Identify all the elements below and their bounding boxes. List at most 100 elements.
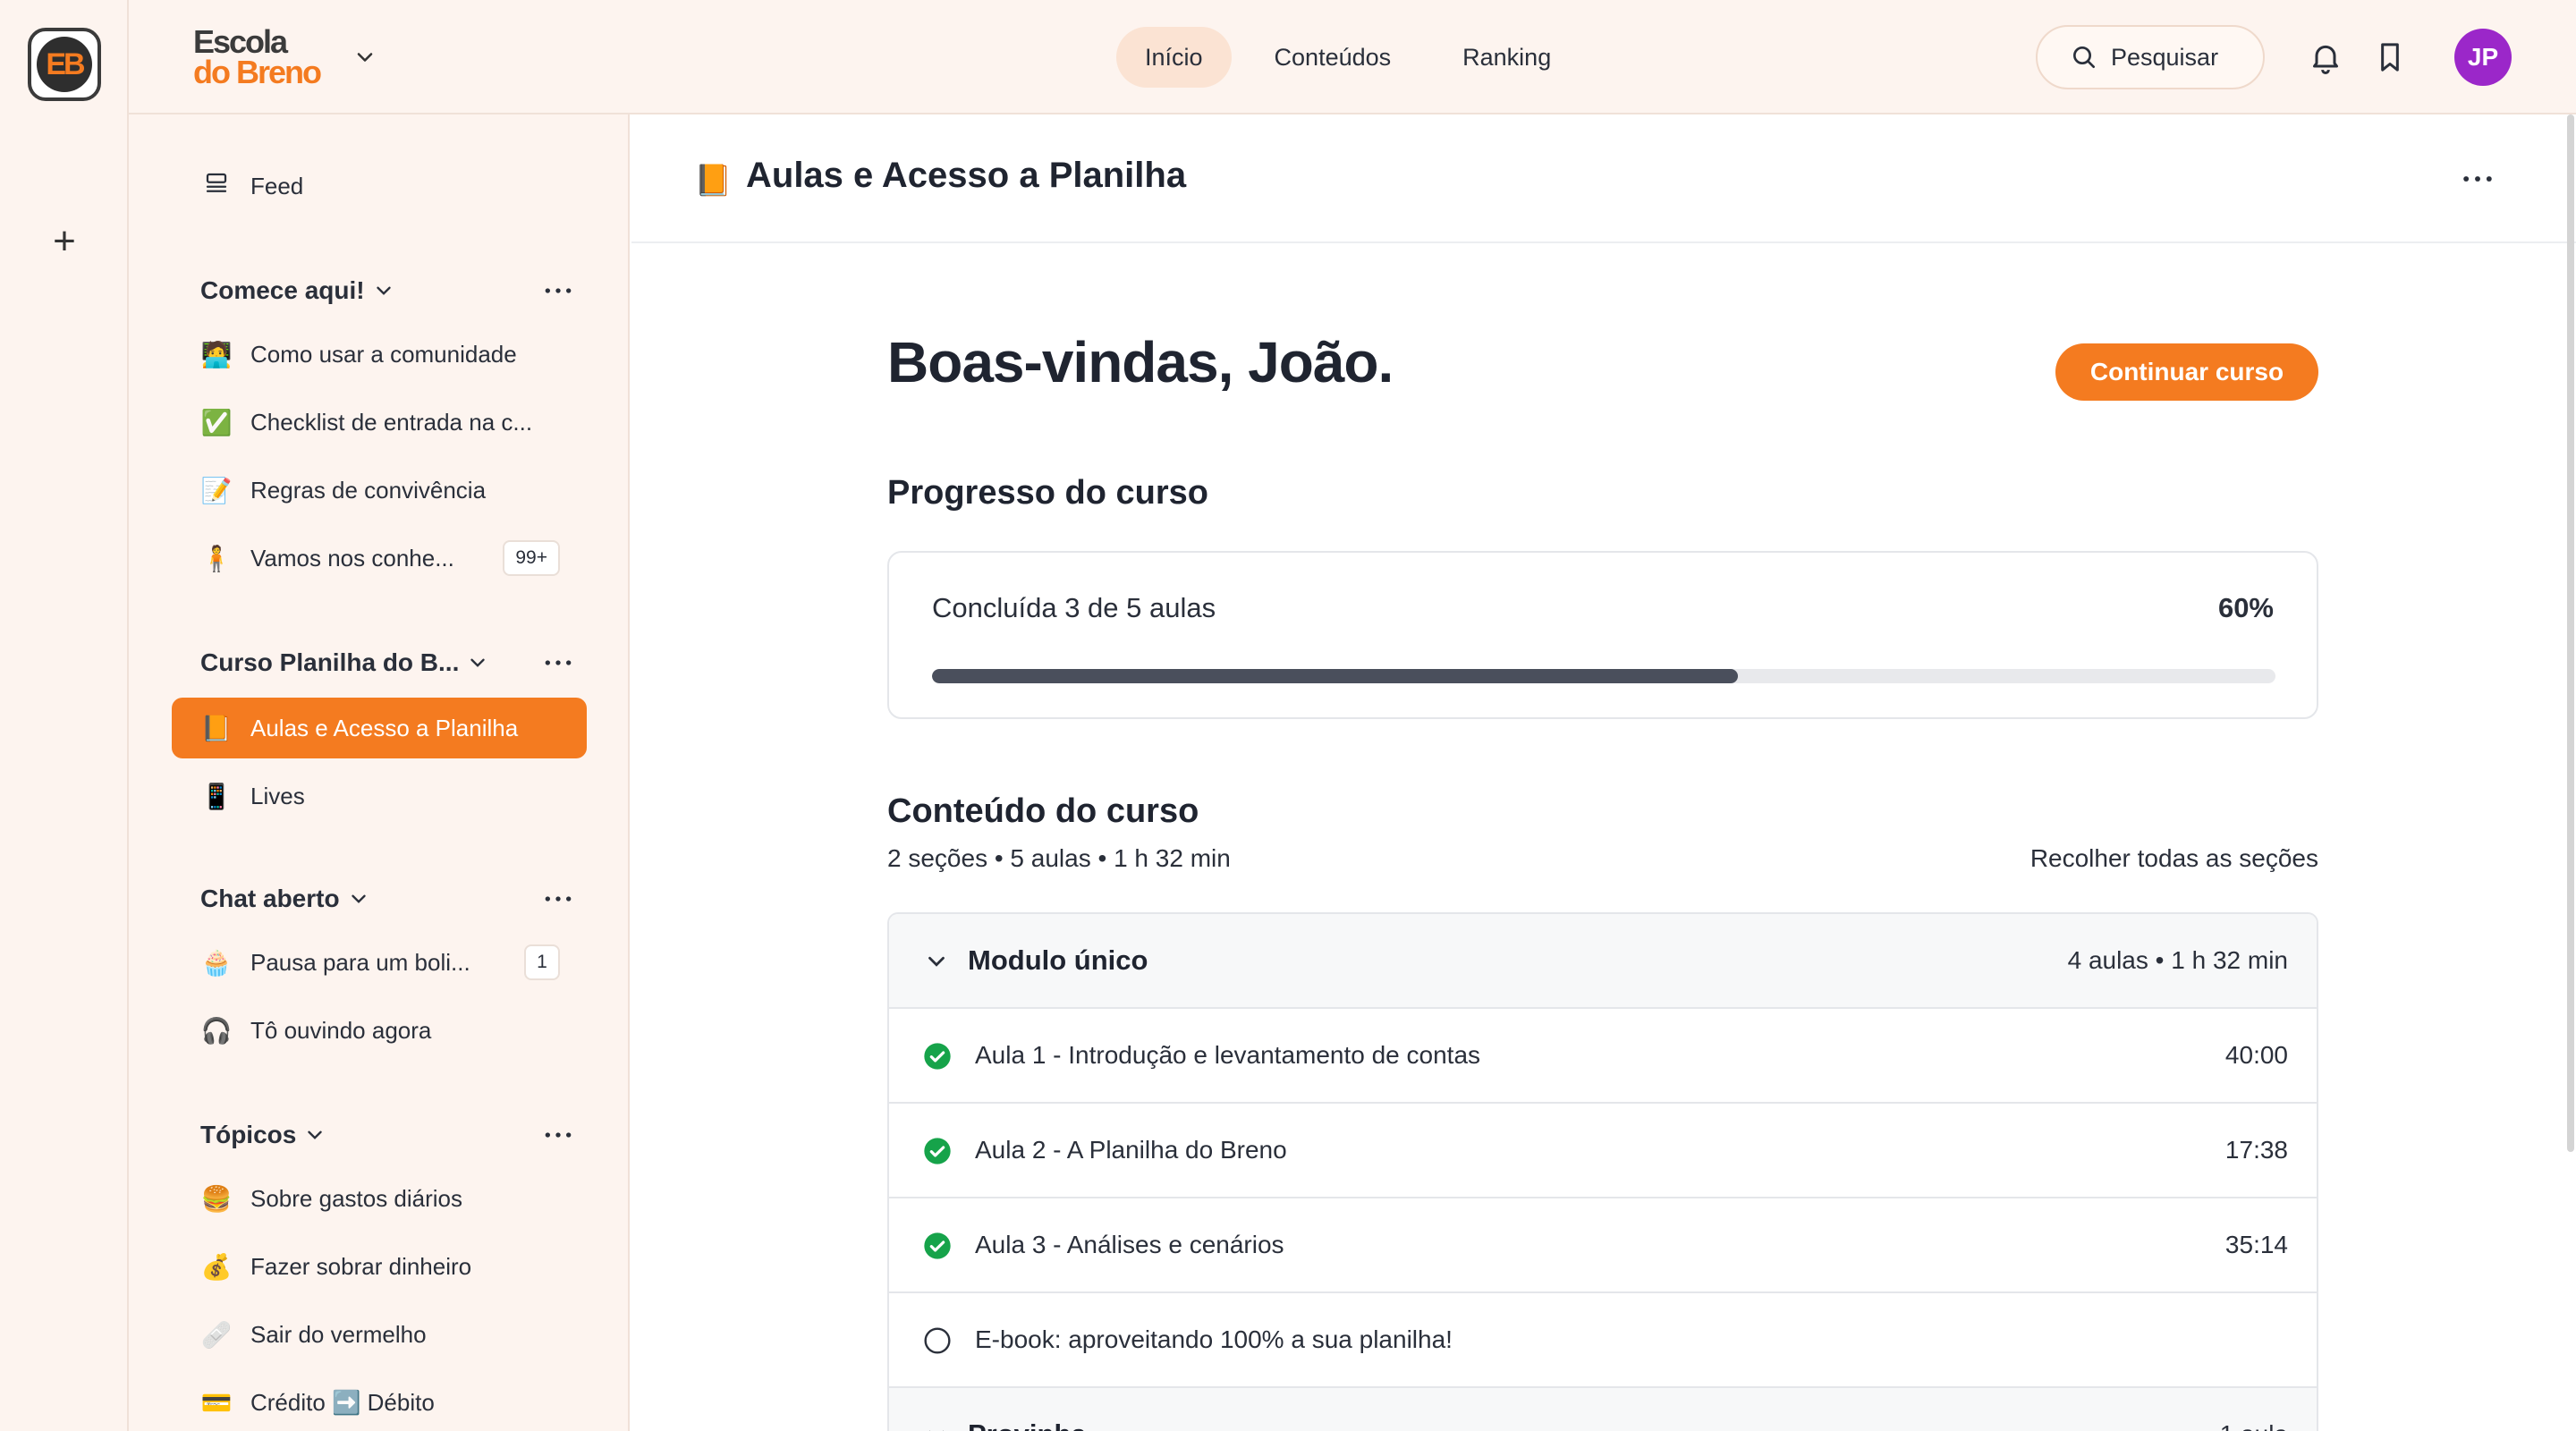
- sidebar-item-feed[interactable]: Feed: [172, 156, 587, 216]
- brand-logo[interactable]: Escola do Breno: [193, 23, 322, 90]
- section-title: Tópicos: [200, 1121, 297, 1148]
- sidebar-item-label: Fazer sobrar dinheiro: [250, 1252, 472, 1280]
- lesson-title: E-book: aproveitando 100% a sua planilha…: [975, 1325, 1453, 1353]
- sidebar-item-vermelho[interactable]: 🩹 Sair do vermelho: [172, 1304, 587, 1365]
- feed-icon: [200, 170, 233, 203]
- sidebar-item-label: Aulas e Acesso a Planilha: [250, 714, 519, 741]
- sidebar-item-ouvindo[interactable]: 🎧 Tô ouvindo agora: [172, 1000, 587, 1061]
- sidebar-item-aulas-acesso[interactable]: 📙 Aulas e Acesso a Planilha: [172, 698, 587, 758]
- avatar[interactable]: JP: [2454, 29, 2512, 86]
- module-meta: 4 aulas • 1 h 32 min: [2067, 946, 2288, 974]
- cupcake-icon: 🧁: [200, 948, 233, 977]
- module-title: Provinha: [968, 1418, 1087, 1431]
- more-icon[interactable]: [2458, 159, 2497, 199]
- technologist-icon: 🧑‍💻: [200, 340, 233, 368]
- more-icon[interactable]: [540, 273, 576, 309]
- section-title: Chat aberto: [200, 885, 340, 912]
- module-title: Modulo único: [968, 944, 1148, 976]
- sidebar-section-curso-planilha[interactable]: Curso Planilha do B...: [200, 640, 576, 685]
- empty-circle-icon: [924, 1327, 951, 1354]
- progress-percent: 60%: [2217, 592, 2274, 623]
- lesson-row[interactable]: Aula 1 - Introdução e levantamento de co…: [889, 1009, 2317, 1104]
- module-list: Modulo único 4 aulas • 1 h 32 min Aula 1…: [887, 912, 2318, 1431]
- check-circle-icon: [924, 1043, 951, 1070]
- brand-line2: do Breno: [193, 54, 322, 90]
- chevron-down-icon: [470, 658, 486, 667]
- lesson-row[interactable]: Aula 3 - Análises e cenários 35:14: [889, 1198, 2317, 1293]
- book-icon: 📙: [694, 164, 733, 198]
- sidebar-item-pausa[interactable]: 🧁 Pausa para um boli... 1: [172, 932, 587, 993]
- nav-conteudos[interactable]: Conteúdos: [1246, 27, 1420, 88]
- sidebar-item-label: Crédito ➡️ Débito: [250, 1388, 435, 1416]
- sidebar-item-gastos[interactable]: 🍔 Sobre gastos diários: [172, 1168, 587, 1229]
- section-title: Curso Planilha do B...: [200, 648, 460, 676]
- more-icon[interactable]: [540, 881, 576, 917]
- progress-bar-fill: [932, 669, 1739, 683]
- sidebar-section-chat-aberto[interactable]: Chat aberto: [200, 876, 576, 921]
- welcome-heading: Boas-vindas, João.: [887, 330, 1394, 394]
- logo-icon: EB: [37, 37, 92, 92]
- sidebar-item-sobrar[interactable]: 💰 Fazer sobrar dinheiro: [172, 1236, 587, 1297]
- sidebar-item-label: Pausa para um boli...: [250, 948, 470, 976]
- sidebar: Feed Comece aqui! 🧑‍💻 Como usar a comuni…: [129, 114, 630, 1431]
- scrollbar[interactable]: [2567, 114, 2574, 1152]
- checkmark-icon: ✅: [200, 408, 233, 436]
- sidebar-item-lives[interactable]: 📱 Lives: [172, 766, 587, 826]
- unread-badge: 1: [524, 944, 560, 980]
- person-icon: 🧍: [200, 544, 233, 572]
- sidebar-item-label: Regras de convivência: [250, 476, 487, 504]
- search-button[interactable]: Pesquisar: [2036, 25, 2265, 89]
- lesson-row[interactable]: E-book: aproveitando 100% a sua planilha…: [889, 1293, 2317, 1388]
- sidebar-item-como-usar[interactable]: 🧑‍💻 Como usar a comunidade: [172, 324, 587, 385]
- sidebar-item-label: Sair do vermelho: [250, 1320, 427, 1348]
- brand-line1: Escola: [193, 23, 288, 60]
- chevron-down-icon: [351, 894, 366, 903]
- section-title: Comece aqui!: [200, 276, 365, 304]
- lesson-duration: 17:38: [2224, 1136, 2288, 1164]
- more-icon[interactable]: [540, 645, 576, 681]
- bell-icon[interactable]: [2308, 39, 2343, 75]
- unread-badge: 99+: [503, 540, 560, 576]
- sidebar-item-regras[interactable]: 📝 Regras de convivência: [172, 460, 587, 521]
- burger-icon: 🍔: [200, 1184, 233, 1213]
- module-meta: 1 aula: [2220, 1420, 2288, 1431]
- sidebar-section-topicos[interactable]: Tópicos: [200, 1113, 576, 1157]
- check-circle-icon: [924, 1232, 951, 1259]
- module-header[interactable]: Modulo único 4 aulas • 1 h 32 min: [889, 914, 2317, 1009]
- sidebar-item-checklist[interactable]: ✅ Checklist de entrada na c...: [172, 392, 587, 453]
- add-community-icon[interactable]: +: [45, 222, 84, 263]
- sidebar-item-credito[interactable]: 💳 Crédito ➡️ Débito: [172, 1372, 587, 1431]
- progress-bar: [932, 669, 2275, 683]
- memo-icon: 📝: [200, 476, 233, 504]
- bookmark-icon[interactable]: [2372, 39, 2408, 75]
- community-logo-button[interactable]: EB: [28, 28, 101, 101]
- search-icon: [2073, 47, 2095, 68]
- chevron-down-icon: [928, 956, 945, 967]
- module-header[interactable]: Provinha 1 aula: [889, 1388, 2317, 1431]
- progress-card: Concluída 3 de 5 aulas 60%: [887, 551, 2318, 719]
- progress-heading: Progresso do curso: [887, 474, 1208, 512]
- money-bag-icon: 💰: [200, 1252, 233, 1281]
- more-icon[interactable]: [540, 1117, 576, 1153]
- lesson-row[interactable]: Aula 2 - A Planilha do Breno 17:38: [889, 1104, 2317, 1198]
- chevron-down-icon: [308, 1130, 323, 1139]
- top-header: Escola do Breno Início Conteúdos Ranking…: [129, 0, 2576, 114]
- sidebar-section-comece-aqui[interactable]: Comece aqui!: [200, 268, 576, 313]
- lesson-duration: 35:14: [2224, 1231, 2288, 1258]
- continue-course-button[interactable]: Continuar curso: [2055, 343, 2318, 401]
- collapse-all-link[interactable]: Recolher todas as seções: [2030, 844, 2318, 873]
- sidebar-item-label: Sobre gastos diários: [250, 1184, 463, 1212]
- phone-icon: 📱: [200, 782, 233, 810]
- sidebar-item-label: Feed: [250, 172, 304, 199]
- sidebar-item-vamos-nos-conhecer[interactable]: 🧍 Vamos nos conhe... 99+: [172, 528, 587, 588]
- check-circle-icon: [924, 1138, 951, 1164]
- nav-ranking[interactable]: Ranking: [1434, 27, 1580, 88]
- progress-label: Concluída 3 de 5 aulas: [932, 592, 1216, 623]
- lesson-title: Aula 2 - A Planilha do Breno: [975, 1136, 1287, 1164]
- nav-inicio[interactable]: Início: [1116, 27, 1232, 88]
- app-rail: EB +: [0, 0, 129, 1431]
- chevron-down-icon[interactable]: [352, 45, 377, 70]
- search-label: Pesquisar: [2111, 43, 2219, 71]
- sidebar-item-label: Tô ouvindo agora: [250, 1016, 432, 1044]
- chevron-down-icon: [928, 1430, 945, 1431]
